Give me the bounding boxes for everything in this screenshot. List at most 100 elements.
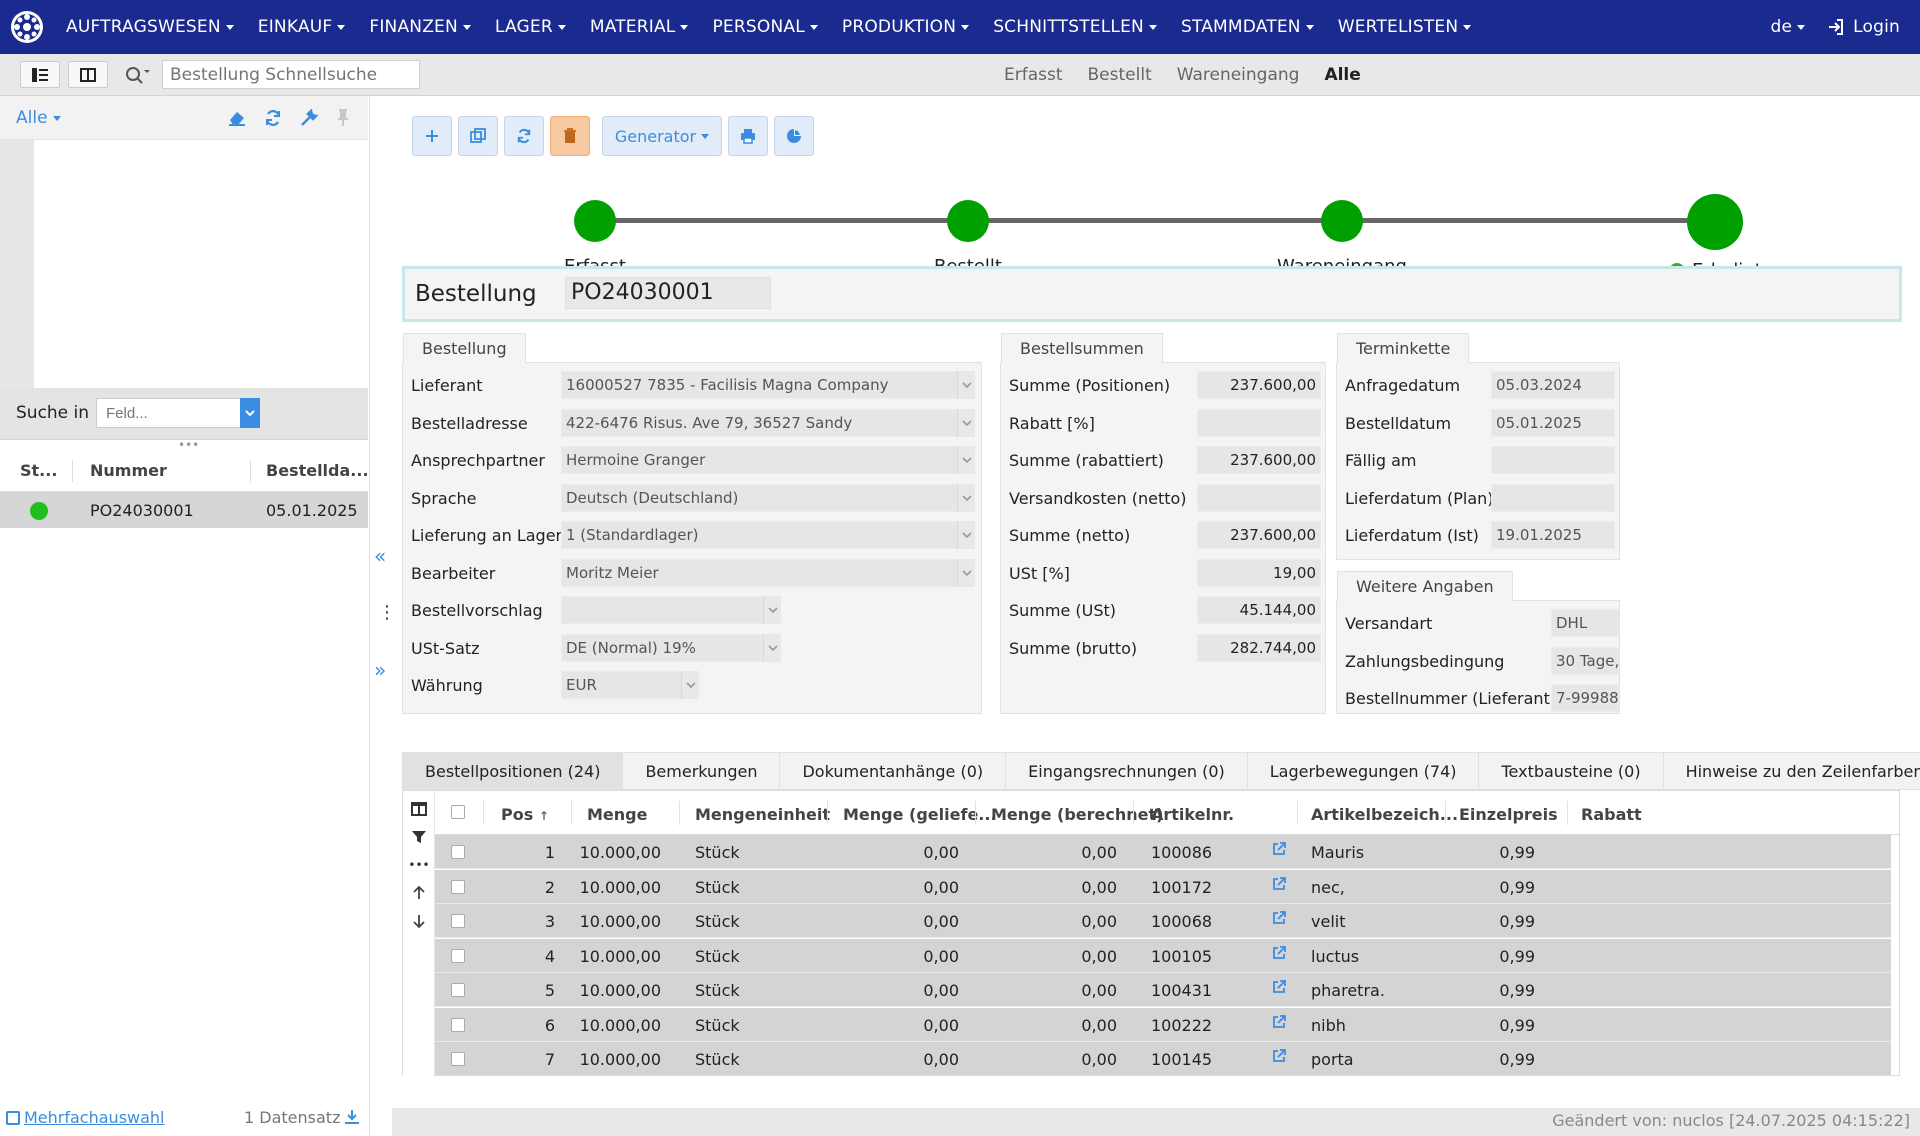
dropdown-toggle[interactable] [957, 483, 975, 512]
field-value[interactable]: 7-99988 [1551, 684, 1619, 712]
field-value[interactable] [1197, 483, 1321, 512]
field-value[interactable]: EUR [561, 671, 699, 699]
column-artikelbezeichnung[interactable]: Artikelbezeich... [1311, 805, 1458, 824]
app-logo-icon[interactable] [0, 0, 54, 54]
field-value[interactable]: 422-6476 Risus. Ave 79, 36527 Sandy [561, 408, 975, 437]
external-link-icon[interactable] [1271, 945, 1287, 965]
nav-menu-2[interactable]: FINANZEN [357, 0, 483, 54]
status-filter-0[interactable]: Erfasst [1004, 65, 1063, 85]
field-value[interactable] [1197, 408, 1321, 437]
row-checkbox[interactable] [451, 845, 465, 859]
table-row[interactable]: 2 10.000,00 Stück 0,00 0,00 100172 nec, 0,99 [435, 869, 1891, 904]
field-value[interactable]: 237.600,00 [1197, 446, 1321, 474]
field-value[interactable]: Deutsch (Deutschland) [561, 483, 975, 512]
table-row[interactable]: 6 10.000,00 Stück 0,00 0,00 100222 nibh 0,99 [435, 1007, 1891, 1042]
column-rabatt[interactable]: Rabatt [1581, 805, 1642, 824]
dropdown-toggle[interactable] [957, 408, 975, 437]
download-icon[interactable] [344, 1109, 360, 1125]
table-row[interactable]: 1 10.000,00 Stück 0,00 0,00 100086 Mauris 0,99 [435, 835, 1891, 869]
checkbox-icon[interactable] [6, 1111, 20, 1125]
column-einzelpreis[interactable]: Einzelpreis [1459, 805, 1558, 824]
nav-menu-9[interactable]: WERTELISTEN [1326, 0, 1484, 54]
tab-2[interactable]: Dokumentanhänge (0) [779, 752, 1006, 790]
tab-1[interactable]: Bemerkungen [622, 752, 780, 790]
tab-3[interactable]: Eingangsrechnungen (0) [1005, 752, 1247, 790]
field-value[interactable]: Hermoine Granger [561, 446, 975, 474]
tab-0[interactable]: Bestellpositionen (24) [402, 752, 623, 790]
dropdown-toggle[interactable] [957, 371, 975, 399]
column-order-date[interactable]: Bestellda... [266, 461, 369, 480]
external-link-icon[interactable] [1271, 910, 1287, 930]
login-button[interactable]: Login [1827, 0, 1900, 54]
field-value[interactable]: Moritz Meier [561, 558, 975, 587]
split-view-button[interactable] [68, 61, 108, 88]
nav-menu-5[interactable]: PERSONAL [700, 0, 829, 54]
columns-icon[interactable] [411, 801, 427, 817]
field-value[interactable]: DHL [1551, 609, 1619, 637]
nav-menu-1[interactable]: EINKAUF [246, 0, 358, 54]
tab-4[interactable]: Lagerbewegungen (74) [1246, 752, 1479, 790]
nav-menu-4[interactable]: MATERIAL [578, 0, 701, 54]
column-menge-berechnet[interactable]: Menge (berechnet) [991, 805, 1163, 824]
nav-menu-6[interactable]: PRODUKTION [830, 0, 981, 54]
field-search-dropdown-button[interactable] [240, 398, 260, 428]
field-value[interactable] [1491, 483, 1615, 512]
status-filter-3[interactable]: Alle [1324, 65, 1360, 85]
list-view-button[interactable] [20, 61, 60, 88]
nav-menu-3[interactable]: LAGER [483, 0, 578, 54]
external-link-icon[interactable] [1271, 841, 1287, 861]
quick-search-input[interactable] [162, 60, 420, 89]
dropdown-toggle[interactable] [957, 558, 975, 587]
dropdown-toggle[interactable] [957, 521, 975, 549]
field-value[interactable]: DE (Normal) 19% [561, 633, 781, 662]
table-row[interactable]: 5 10.000,00 Stück 0,00 0,00 100431 pharetra. 0,… [435, 973, 1891, 1007]
tab-6[interactable]: Hinweise zu den Zeilenfarben [1662, 752, 1920, 790]
field-value[interactable]: 282.744,00 [1197, 633, 1321, 662]
column-number[interactable]: Nummer [90, 461, 167, 480]
filter-dropdown[interactable]: Alle [16, 108, 61, 128]
tab-5[interactable]: Textbausteine (0) [1478, 752, 1663, 790]
field-value[interactable] [1491, 446, 1615, 474]
collapse-left-icon[interactable]: « [374, 544, 386, 568]
status-filter-2[interactable]: Wareneingang [1177, 65, 1300, 85]
dropdown-toggle[interactable] [957, 446, 975, 474]
field-value[interactable]: 237.600,00 [1197, 521, 1321, 549]
wrench-icon[interactable] [300, 109, 318, 127]
table-row[interactable]: 3 10.000,00 Stück 0,00 0,00 100068 velit 0,99 [435, 904, 1891, 938]
field-value[interactable]: 05.01.2025 [1491, 408, 1615, 437]
row-checkbox[interactable] [451, 1017, 465, 1032]
expand-right-icon[interactable]: » [374, 658, 386, 682]
table-row[interactable]: 4 10.000,00 Stück 0,00 0,00 100105 luctus 0,99 [435, 938, 1891, 973]
field-value[interactable]: 19.01.2025 [1491, 521, 1615, 549]
order-number-field[interactable]: PO24030001 [565, 277, 771, 309]
select-all-checkbox[interactable] [451, 805, 465, 819]
refresh-icon[interactable] [264, 109, 282, 127]
field-value[interactable]: 05.03.2024 [1491, 371, 1615, 399]
row-checkbox[interactable] [451, 914, 465, 928]
column-menge-geliefert[interactable]: Menge (geliefe... [843, 805, 997, 824]
external-link-icon[interactable] [1271, 979, 1287, 999]
dropdown-toggle[interactable] [763, 633, 781, 662]
external-link-icon[interactable] [1271, 1048, 1287, 1068]
field-search-input[interactable] [96, 398, 260, 428]
nav-menu-7[interactable]: SCHNITTSTELLEN [981, 0, 1169, 54]
field-value[interactable]: 45.144,00 [1197, 596, 1321, 624]
nav-menu-8[interactable]: STAMMDATEN [1169, 0, 1326, 54]
eraser-icon[interactable] [228, 110, 246, 126]
column-mengeneinheit[interactable]: Mengeneinheit [695, 805, 830, 824]
row-checkbox[interactable] [451, 983, 465, 997]
field-value[interactable]: 16000527 7835 - Facilisis Magna Company [561, 371, 975, 399]
field-value[interactable]: 19,00 [1197, 558, 1321, 587]
search-options-icon[interactable] [124, 64, 152, 90]
field-value[interactable]: 1 (Standardlager) [561, 521, 975, 549]
dropdown-toggle[interactable] [681, 671, 699, 699]
row-checkbox[interactable] [451, 879, 465, 894]
status-filter-1[interactable]: Bestellt [1088, 65, 1152, 85]
table-row[interactable]: 7 10.000,00 Stück 0,00 0,00 100145 porta 0,99 [435, 1042, 1891, 1075]
external-link-icon[interactable] [1271, 1014, 1287, 1034]
row-checkbox[interactable] [451, 1052, 465, 1066]
field-value[interactable]: 237.600,00 [1197, 371, 1321, 399]
multi-select-link[interactable]: Mehrfachauswahl [24, 1108, 165, 1127]
pin-icon[interactable] [336, 108, 350, 126]
nav-menu-0[interactable]: AUFTRAGSWESEN [54, 0, 246, 54]
